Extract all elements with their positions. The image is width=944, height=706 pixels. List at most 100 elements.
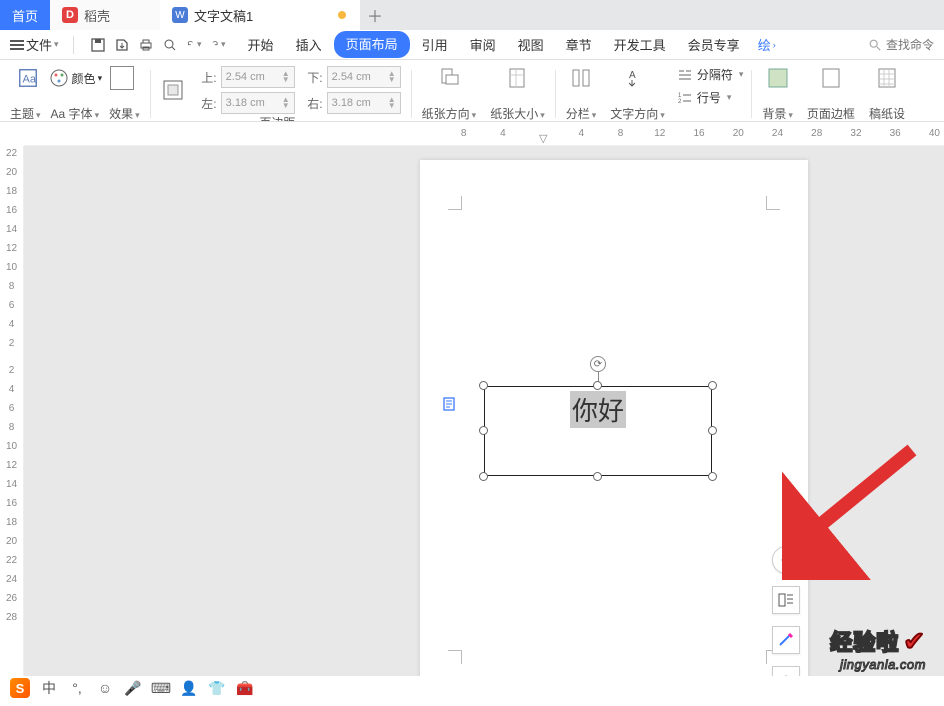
ruler-tick: 10 bbox=[6, 262, 17, 273]
paper-size-dropdown[interactable]: 纸张大小 bbox=[490, 105, 545, 122]
menu-more[interactable]: 绘› bbox=[752, 35, 782, 54]
manuscript-icon[interactable] bbox=[875, 66, 899, 90]
ribbon: Aa 颜色▾ 主题 Aa 字体 效果 上: 2.54 cm▲▼ 下: 2.54 … bbox=[0, 60, 944, 122]
columns-icon[interactable] bbox=[569, 66, 593, 90]
ruler-tick: 28 bbox=[6, 612, 17, 623]
page-border-button[interactable]: 页面边框 bbox=[807, 105, 855, 122]
page-margin-dropdown[interactable]: 页边距 bbox=[259, 114, 302, 122]
effect-icon[interactable] bbox=[110, 66, 134, 90]
margin-corner-icon bbox=[766, 196, 780, 210]
document-area: ⟳ 你好 – bbox=[24, 146, 944, 676]
page[interactable]: ⟳ 你好 bbox=[420, 160, 808, 676]
margin-top-label: 上: bbox=[193, 69, 217, 86]
page-border-icon[interactable] bbox=[819, 66, 843, 90]
background-dropdown[interactable]: 背景 bbox=[762, 105, 793, 122]
tab-add[interactable]: ＋ bbox=[360, 0, 390, 30]
background-icon[interactable] bbox=[766, 66, 790, 90]
fill-button[interactable] bbox=[772, 666, 800, 676]
font-dropdown[interactable]: Aa 字体 bbox=[51, 105, 100, 122]
print-icon[interactable] bbox=[138, 37, 154, 53]
ruler-tick: 32 bbox=[846, 128, 865, 139]
margin-right-label: 右: bbox=[299, 95, 323, 112]
undo-button[interactable] bbox=[186, 37, 202, 53]
ime-toolbox-icon[interactable]: 🧰 bbox=[236, 679, 254, 697]
ruler-tick: 22 bbox=[6, 555, 17, 566]
menu-member[interactable]: 会员专享 bbox=[678, 31, 750, 58]
textbox[interactable]: 你好 bbox=[484, 386, 712, 476]
ime-lang[interactable]: 中 bbox=[40, 679, 58, 697]
menu-insert[interactable]: 插入 bbox=[286, 31, 332, 58]
menu-chapter[interactable]: 章节 bbox=[556, 31, 602, 58]
resize-handle[interactable] bbox=[479, 381, 488, 390]
manuscript-button[interactable]: 稿纸设 bbox=[869, 105, 905, 122]
resize-handle[interactable] bbox=[593, 472, 602, 481]
text-direction-dropdown[interactable]: 文字方向 bbox=[610, 105, 665, 122]
file-menu-button[interactable]: 文件 ▾ bbox=[4, 35, 65, 54]
ime-emoji-icon[interactable]: ☺ bbox=[96, 679, 114, 697]
ime-person-icon[interactable]: 👤 bbox=[180, 679, 198, 697]
resize-handle[interactable] bbox=[708, 426, 717, 435]
wrap-text-button[interactable] bbox=[772, 586, 800, 614]
floating-shape-tools: – bbox=[772, 546, 800, 676]
margin-left-input[interactable]: 3.18 cm▲▼ bbox=[221, 92, 295, 114]
menu-review[interactable]: 审阅 bbox=[460, 31, 506, 58]
margin-bottom-input[interactable]: 2.54 cm▲▼ bbox=[327, 66, 401, 88]
margin-right-input[interactable]: 3.18 cm▲▼ bbox=[327, 92, 401, 114]
ime-punct-icon[interactable]: °, bbox=[68, 679, 86, 697]
menu-view[interactable]: 视图 bbox=[508, 31, 554, 58]
theme-dropdown[interactable]: 主题 bbox=[10, 105, 41, 122]
textbox-text[interactable]: 你好 bbox=[570, 391, 626, 428]
rotate-handle[interactable]: ⟳ bbox=[590, 356, 606, 372]
tab-docer[interactable]: D 稻壳 bbox=[50, 0, 160, 30]
color-button[interactable]: 颜色▾ bbox=[48, 67, 103, 89]
menu-start[interactable]: 开始 bbox=[238, 31, 284, 58]
textbox-selection[interactable]: ⟳ 你好 bbox=[484, 386, 712, 476]
ime-keyboard-icon[interactable]: ⌨ bbox=[152, 679, 170, 697]
ruler-vertical[interactable]: 2220181614121086422468101214161820222426… bbox=[0, 146, 24, 676]
search-input[interactable] bbox=[886, 38, 936, 52]
command-search[interactable] bbox=[868, 38, 940, 52]
ruler-tick: 16 bbox=[6, 498, 17, 509]
columns-dropdown[interactable]: 分栏 bbox=[566, 105, 597, 122]
menu-devtools[interactable]: 开发工具 bbox=[604, 31, 676, 58]
menu-page-layout[interactable]: 页面布局 bbox=[334, 31, 410, 58]
ruler-tick: 20 bbox=[729, 128, 748, 139]
paper-direction-dropdown[interactable]: 纸张方向 bbox=[422, 105, 477, 122]
svg-text:Aa: Aa bbox=[22, 74, 36, 86]
resize-handle[interactable] bbox=[708, 381, 717, 390]
preview-icon[interactable] bbox=[162, 37, 178, 53]
text-direction-icon[interactable]: A bbox=[626, 66, 650, 90]
sogou-icon[interactable]: S bbox=[10, 678, 30, 698]
resize-handle[interactable] bbox=[479, 472, 488, 481]
ime-voice-icon[interactable]: 🎤 bbox=[124, 679, 142, 697]
margin-icon[interactable] bbox=[161, 78, 185, 102]
margin-top-input[interactable]: 2.54 cm▲▼ bbox=[221, 66, 295, 88]
ruler-tick: 18 bbox=[6, 186, 17, 197]
resize-handle[interactable] bbox=[593, 381, 602, 390]
svg-text:2: 2 bbox=[678, 99, 682, 105]
orientation-icon[interactable] bbox=[437, 66, 461, 90]
redo-button[interactable] bbox=[210, 37, 226, 53]
ruler-indent-marker[interactable]: ▽ bbox=[539, 132, 547, 145]
ime-skin-icon[interactable]: 👕 bbox=[208, 679, 226, 697]
tab-home[interactable]: 首页 bbox=[0, 0, 50, 30]
breaks-dropdown[interactable]: 分隔符 bbox=[677, 66, 744, 83]
save-icon[interactable] bbox=[90, 37, 106, 53]
paper-size-icon[interactable] bbox=[505, 66, 529, 90]
menu-reference[interactable]: 引用 bbox=[412, 31, 458, 58]
line-number-dropdown[interactable]: 12行号 bbox=[677, 89, 744, 106]
resize-handle[interactable] bbox=[708, 472, 717, 481]
resize-handle[interactable] bbox=[479, 426, 488, 435]
ruler-horizontal[interactable]: 84481216202428323640 ▽ bbox=[24, 128, 944, 146]
theme-icon[interactable]: Aa bbox=[16, 66, 40, 90]
outline-button[interactable] bbox=[772, 626, 800, 654]
ruler-tick: 36 bbox=[886, 128, 905, 139]
ruler-tick: 28 bbox=[807, 128, 826, 139]
separator bbox=[73, 36, 74, 54]
effect-dropdown[interactable]: 效果 bbox=[109, 105, 140, 122]
ruler-tick: 40 bbox=[925, 128, 944, 139]
docer-icon: D bbox=[62, 7, 78, 23]
export-icon[interactable] bbox=[114, 37, 130, 53]
collapse-button[interactable]: – bbox=[772, 546, 800, 574]
tab-document[interactable]: W 文字文稿1 bbox=[160, 0, 360, 30]
